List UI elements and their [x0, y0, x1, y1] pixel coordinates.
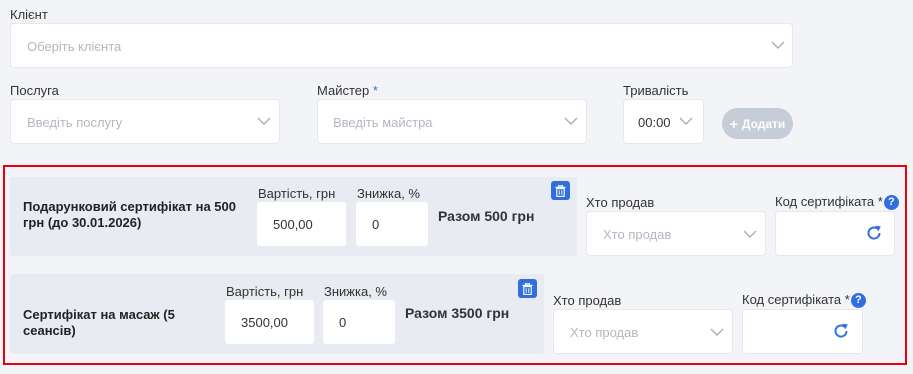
trash-icon [522, 282, 533, 295]
chevron-down-icon [679, 117, 693, 127]
seller-placeholder: Хто продав [570, 325, 639, 340]
item-title: Сертифікат на масаж (5 сеансів) [23, 307, 175, 338]
trash-icon [555, 184, 566, 197]
client-label: Клієнт [10, 7, 48, 22]
add-button-label: Додати [741, 116, 786, 131]
delete-item-button[interactable] [551, 181, 570, 200]
seller-placeholder: Хто продав [603, 227, 672, 242]
item-total: Разом 500 грн [438, 208, 535, 224]
discount-value: 0 [372, 217, 380, 232]
client-select[interactable]: Оберіть клієнта [10, 23, 793, 68]
master-select[interactable]: Введіть майстра [317, 99, 587, 144]
add-button[interactable]: + Додати [722, 108, 793, 139]
duration-label: Тривалість [623, 83, 689, 98]
seller-select[interactable]: Хто продав [586, 211, 766, 256]
discount-input[interactable]: 0 [323, 300, 395, 344]
service-placeholder: Введіть послугу [27, 115, 123, 130]
price-input[interactable]: 3500,00 [225, 300, 314, 344]
chevron-down-icon [564, 117, 578, 127]
service-label: Послуга [10, 83, 59, 98]
client-placeholder: Оберіть клієнта [27, 39, 122, 54]
chevron-down-icon [771, 41, 785, 51]
seller-label: Хто продав [586, 195, 655, 210]
chevron-down-icon [257, 117, 271, 127]
refresh-icon[interactable] [865, 224, 883, 242]
chevron-down-icon [743, 230, 757, 240]
refresh-icon[interactable] [832, 322, 850, 340]
master-label-text: Майстер [317, 83, 370, 98]
price-input[interactable]: 500,00 [257, 202, 346, 246]
discount-label: Знижка, % [357, 186, 420, 201]
master-label: Майстер * [317, 83, 378, 98]
certificate-code-label: Код сертифіката *? [775, 194, 899, 211]
seller-select[interactable]: Хто продав [553, 309, 733, 354]
master-placeholder: Введіть майстра [333, 115, 433, 130]
plus-icon: + [729, 115, 738, 132]
help-icon[interactable]: ? [850, 293, 866, 309]
chevron-down-icon [710, 328, 724, 338]
seller-label: Хто продав [553, 293, 622, 308]
certificate-code-input[interactable] [742, 309, 863, 354]
service-select[interactable]: Введіть послугу [10, 99, 280, 144]
discount-value: 0 [339, 315, 347, 330]
price-label: Вартість, грн [226, 284, 304, 299]
item-title: Подарунковий сертифікат на 500 грн (до 3… [23, 199, 236, 230]
certificate-code-label: Код сертифіката *? [742, 292, 866, 309]
certificate-code-label-text: Код сертифіката * [775, 194, 883, 209]
price-label: Вартість, грн [258, 186, 336, 201]
item-total: Разом 3500 грн [405, 305, 510, 321]
required-mark: * [372, 83, 378, 98]
certificate-code-input[interactable] [775, 211, 895, 256]
help-icon[interactable]: ? [883, 195, 899, 211]
discount-label: Знижка, % [324, 284, 387, 299]
delete-item-button[interactable] [518, 279, 537, 298]
duration-select[interactable]: 00:00 [623, 99, 704, 144]
price-value: 500,00 [273, 217, 313, 232]
price-value: 3500,00 [241, 315, 288, 330]
duration-value: 00:00 [638, 115, 671, 130]
certificate-code-label-text: Код сертифіката * [742, 292, 850, 307]
discount-input[interactable]: 0 [356, 202, 428, 246]
